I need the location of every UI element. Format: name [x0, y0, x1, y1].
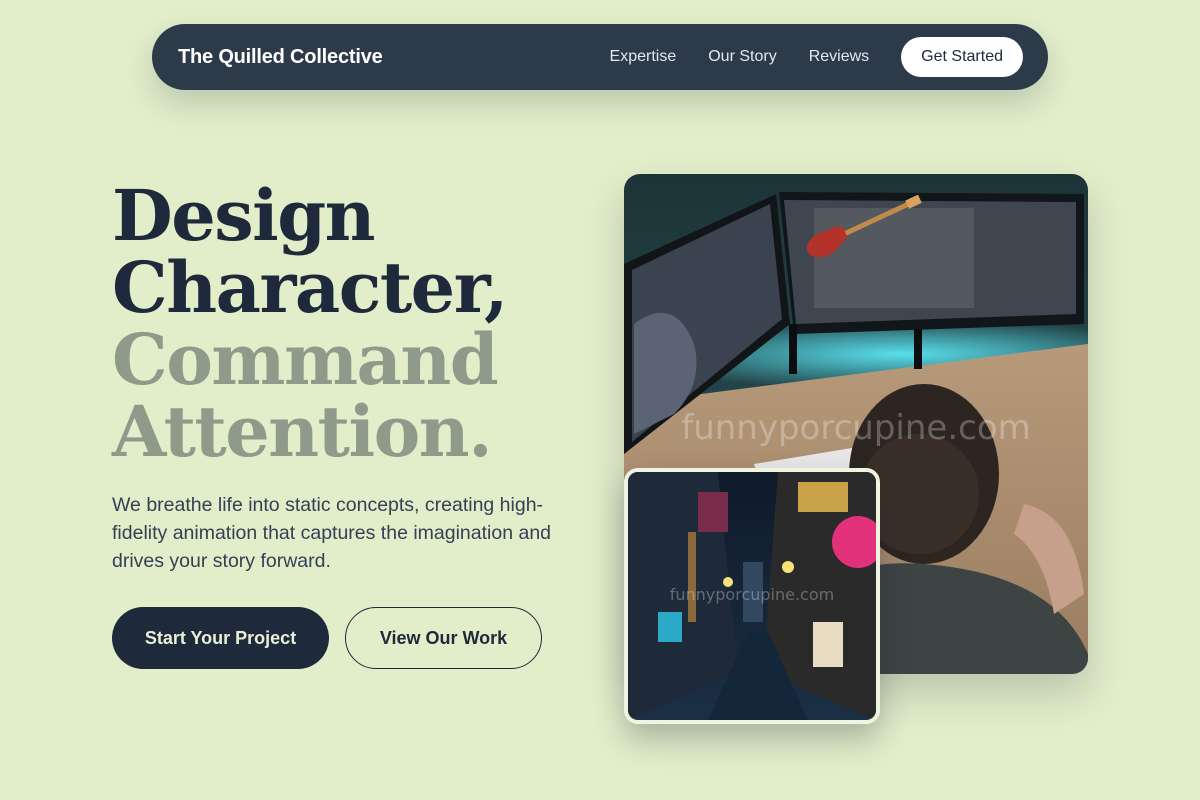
headline-line-3: Command: [112, 318, 499, 401]
hero-subtext: We breathe life into static concepts, cr…: [112, 494, 552, 572]
inset-image-watermark: funnyporcupine.com: [670, 585, 834, 604]
get-started-button[interactable]: Get Started: [901, 37, 1023, 77]
brand-logo[interactable]: The Quilled Collective: [178, 46, 383, 69]
headline-line-2: Character,: [112, 246, 508, 329]
nav-link-expertise[interactable]: Expertise: [610, 48, 677, 66]
hero-headline: Design Character, Command Attention.: [112, 180, 592, 468]
inset-image-alley: funnyporcupine.com: [624, 468, 880, 724]
view-work-button[interactable]: View Our Work: [345, 607, 542, 669]
start-project-button[interactable]: Start Your Project: [112, 607, 329, 669]
nav-link-reviews[interactable]: Reviews: [809, 48, 869, 66]
headline-line-4: Attention.: [112, 390, 493, 473]
top-nav: The Quilled Collective Expertise Our Sto…: [152, 24, 1048, 90]
nav-menu: Expertise Our Story Reviews Get Started: [610, 37, 1023, 77]
nav-link-our-story[interactable]: Our Story: [708, 48, 776, 66]
headline-line-1: Design: [112, 174, 376, 257]
main-image-watermark: funnyporcupine.com: [681, 408, 1031, 448]
